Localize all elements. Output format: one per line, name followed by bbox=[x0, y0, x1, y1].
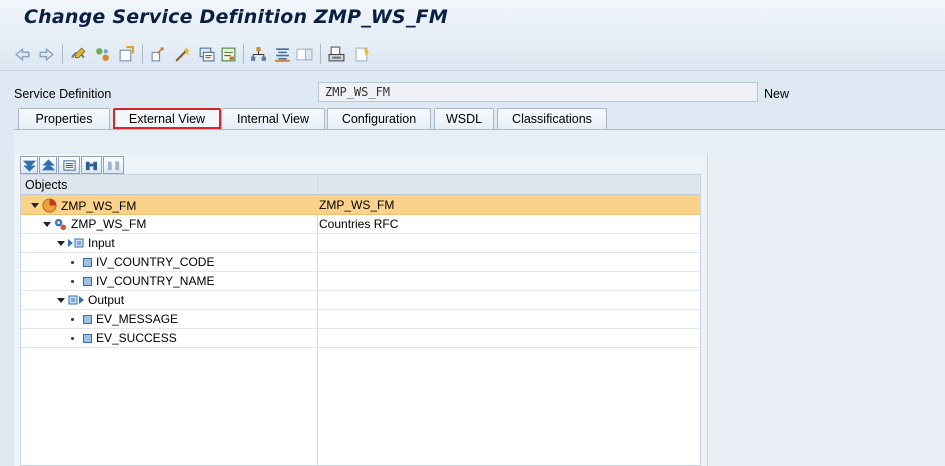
tab-wsdl[interactable]: WSDL bbox=[434, 108, 494, 129]
service-icon bbox=[42, 198, 57, 213]
parameter-icon bbox=[83, 314, 92, 324]
tab-classifications[interactable]: Classifications bbox=[497, 108, 607, 129]
collapse-triangle-icon[interactable] bbox=[57, 240, 65, 246]
service-definition-row: Service Definition ZMP_WS_FM New bbox=[0, 78, 945, 108]
back-icon[interactable] bbox=[12, 44, 32, 64]
parameter-icon bbox=[83, 257, 92, 267]
tree-row-value: Countries RFC bbox=[319, 217, 399, 231]
tree-row-param[interactable]: EV_SUCCESS bbox=[21, 328, 700, 348]
tree-row-input[interactable]: Input bbox=[21, 233, 700, 253]
column-header-objects[interactable]: Objects bbox=[25, 178, 67, 192]
title-bar: Change Service Definition ZMP_WS_FM bbox=[0, 0, 945, 38]
tree-row-param[interactable]: IV_COUNTRY_CODE bbox=[21, 252, 700, 272]
forward-icon[interactable] bbox=[36, 44, 56, 64]
detail-panel bbox=[707, 154, 945, 466]
parameter-icon bbox=[83, 333, 92, 343]
tree-row-param[interactable]: IV_COUNTRY_NAME bbox=[21, 271, 700, 291]
tab-strip: Properties External View Internal View C… bbox=[0, 108, 945, 130]
tab-external-view[interactable]: External View bbox=[113, 108, 221, 129]
where-used-icon[interactable] bbox=[196, 44, 216, 64]
detail-icon[interactable] bbox=[58, 156, 80, 174]
expand-all-icon[interactable] bbox=[20, 156, 38, 174]
hierarchy-icon[interactable] bbox=[248, 44, 268, 64]
collapse-triangle-icon[interactable] bbox=[43, 221, 51, 227]
tree-row-value: ZMP_WS_FM bbox=[319, 198, 395, 212]
tree-row-output[interactable]: Output bbox=[21, 290, 700, 310]
tab-configuration[interactable]: Configuration bbox=[327, 108, 431, 129]
info-icon[interactable] bbox=[352, 44, 372, 64]
list-icon[interactable] bbox=[272, 44, 292, 64]
tree-row-name: ZMP_WS_FM bbox=[71, 217, 147, 231]
object-tree: Objects ZMP_WS_FM ZMP_WS_FM ZMP_WS_FM Co… bbox=[20, 174, 701, 466]
tree-row-name: EV_MESSAGE bbox=[96, 312, 179, 326]
tree-row-name: Output bbox=[88, 293, 125, 307]
tab-internal-view[interactable]: Internal View bbox=[221, 108, 325, 129]
output-icon bbox=[68, 295, 84, 305]
panel-icon[interactable] bbox=[294, 44, 314, 64]
collapse-triangle-icon[interactable] bbox=[57, 297, 65, 303]
tree-row-function-module[interactable]: ZMP_WS_FM Countries RFC bbox=[21, 214, 700, 234]
activate-icon[interactable] bbox=[116, 44, 136, 64]
find-next-icon[interactable] bbox=[103, 156, 124, 174]
service-definition-field[interactable]: ZMP_WS_FM bbox=[318, 82, 758, 102]
collapse-all-icon[interactable] bbox=[39, 156, 57, 174]
service-status: New bbox=[764, 87, 790, 101]
find-icon[interactable] bbox=[81, 156, 102, 174]
display-change-icon[interactable] bbox=[68, 44, 88, 64]
service-definition-label: Service Definition bbox=[14, 87, 112, 101]
tree-row-param[interactable]: EV_MESSAGE bbox=[21, 309, 700, 329]
content-header-strip bbox=[14, 130, 945, 154]
function-module-icon bbox=[54, 218, 67, 231]
display-object-icon[interactable] bbox=[218, 44, 238, 64]
tree-row-name: Input bbox=[88, 236, 115, 250]
wand-icon[interactable] bbox=[172, 44, 192, 64]
tree-row-name: ZMP_WS_FM bbox=[61, 198, 137, 213]
collapse-triangle-icon[interactable] bbox=[31, 203, 39, 208]
check-icon[interactable] bbox=[148, 44, 168, 64]
parameter-icon bbox=[83, 276, 92, 286]
tree-row-name: IV_COUNTRY_CODE bbox=[96, 255, 215, 269]
other-object-icon[interactable] bbox=[92, 44, 112, 64]
window-title: Change Service Definition ZMP_WS_FM bbox=[24, 6, 448, 28]
print-icon[interactable] bbox=[326, 44, 346, 64]
tree-row-service[interactable]: ZMP_WS_FM ZMP_WS_FM bbox=[21, 195, 700, 215]
tree-row-name: IV_COUNTRY_NAME bbox=[96, 274, 215, 288]
tree-header: Objects bbox=[21, 175, 700, 195]
tree-row-name: EV_SUCCESS bbox=[96, 331, 177, 345]
application-toolbar bbox=[0, 38, 945, 71]
input-icon bbox=[68, 238, 84, 248]
tab-properties[interactable]: Properties bbox=[18, 108, 110, 129]
